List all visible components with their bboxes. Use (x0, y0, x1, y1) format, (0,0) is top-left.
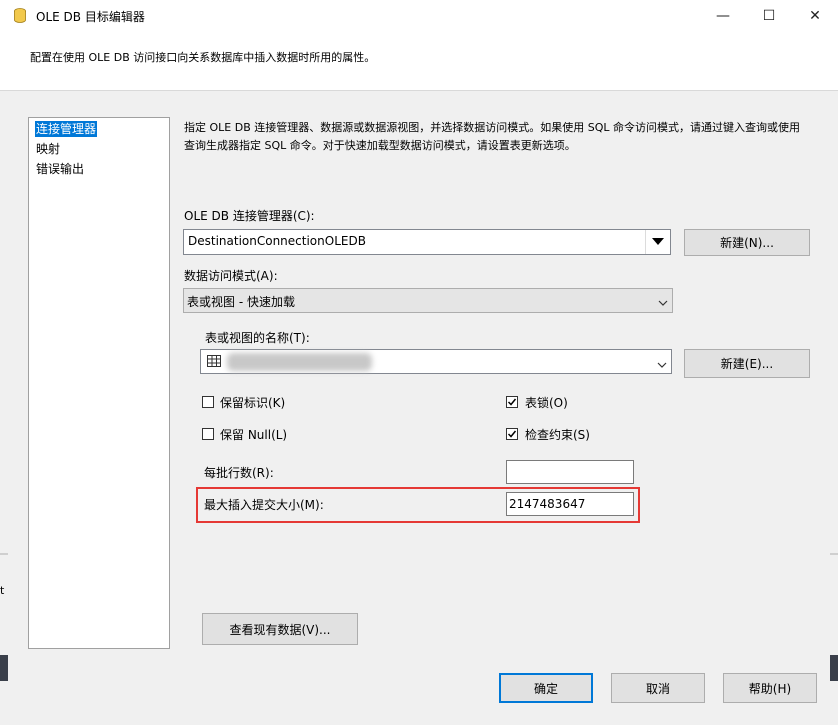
rows-per-batch-input[interactable] (506, 460, 634, 484)
chevron-down-icon (658, 296, 668, 310)
table-grid-icon (207, 355, 221, 370)
access-mode-select[interactable]: 表或视图 - 快速加载 (183, 288, 673, 313)
keep-identity-checkbox[interactable] (202, 396, 214, 408)
rows-per-batch-label: 每批行数(R): (204, 466, 274, 480)
connection-manager-label: OLE DB 连接管理器(C): (184, 209, 315, 223)
background-window-strip-right (830, 655, 838, 681)
help-button[interactable]: 帮助(H) (723, 673, 817, 703)
keep-nulls-checkbox[interactable] (202, 428, 214, 440)
ok-button[interactable]: 确定 (499, 673, 593, 703)
nav-item-error-output[interactable]: 错误输出 (35, 161, 85, 177)
close-button[interactable]: ✕ (792, 0, 838, 32)
new-table-button[interactable]: 新建(E)... (684, 349, 810, 378)
table-name-combo[interactable] (200, 349, 672, 374)
window-title: OLE DB 目标编辑器 (36, 10, 145, 24)
maximize-button[interactable]: ☐ (746, 0, 792, 32)
check-constraints-label: 检查约束(S) (525, 428, 590, 442)
max-commit-size-label: 最大插入提交大小(M): (204, 498, 324, 512)
cancel-button[interactable]: 取消 (611, 673, 705, 703)
footer-bar (0, 662, 838, 725)
keep-identity-label: 保留标识(K) (220, 396, 286, 410)
info-text: 指定 OLE DB 连接管理器、数据源或数据源视图，并选择数据访问模式。如果使用… (184, 121, 801, 152)
nav-item-connection-manager[interactable]: 连接管理器 (35, 121, 98, 137)
access-mode-label: 数据访问模式(A): (184, 269, 278, 283)
database-icon (14, 8, 26, 23)
connection-manager-combo[interactable]: DestinationConnectionOLEDB (183, 229, 671, 255)
minimize-button[interactable]: — (700, 0, 746, 32)
dropdown-arrow-icon[interactable] (645, 230, 670, 254)
keep-nulls-label: 保留 Null(L) (220, 428, 288, 442)
max-commit-size-input[interactable]: 2147483647 (506, 492, 634, 516)
checkmark-icon (507, 430, 517, 438)
chevron-down-icon[interactable] (657, 358, 667, 372)
background-window-text: t (0, 584, 5, 597)
checkmark-icon (507, 398, 517, 406)
background-window-edge-right (830, 553, 838, 555)
table-name-label: 表或视图的名称(T): (205, 331, 310, 345)
background-window-edge (0, 553, 8, 555)
access-mode-value: 表或视图 - 快速加载 (187, 295, 295, 309)
new-connection-button[interactable]: 新建(N)... (684, 229, 810, 256)
table-lock-label: 表锁(O) (525, 396, 568, 410)
table-lock-checkbox[interactable] (506, 396, 518, 408)
background-window-strip (0, 655, 8, 681)
page-nav-list (28, 117, 170, 649)
connection-manager-value: DestinationConnectionOLEDB (188, 234, 366, 248)
nav-item-mappings[interactable]: 映射 (35, 141, 61, 157)
preview-button[interactable]: 查看现有数据(V)... (202, 613, 358, 645)
check-constraints-checkbox[interactable] (506, 428, 518, 440)
dialog-description: 配置在使用 OLE DB 访问接口向关系数据库中插入数据时所用的属性。 (30, 51, 376, 64)
redacted-table-name (227, 353, 372, 371)
